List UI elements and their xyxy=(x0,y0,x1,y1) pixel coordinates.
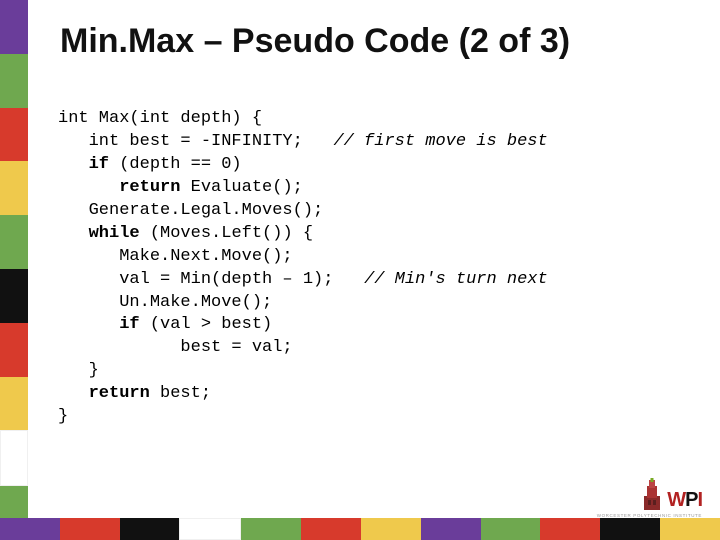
stripe-seg xyxy=(361,518,421,540)
stripe-seg xyxy=(0,108,28,162)
stripe-seg xyxy=(540,518,600,540)
code-line: val = Min(depth – 1); xyxy=(58,270,364,289)
stripe-seg xyxy=(0,54,28,108)
stripe-seg xyxy=(481,518,541,540)
code-line: Un.Make.Move(); xyxy=(58,293,272,312)
stripe-seg xyxy=(0,215,28,269)
code-line: int Max(int depth) { xyxy=(58,109,262,128)
slide: Min.Max – Pseudo Code (2 of 3) int Max(i… xyxy=(0,0,720,540)
code-keyword: if xyxy=(58,315,140,334)
logo-letter: W xyxy=(667,489,685,512)
stripe-seg xyxy=(0,518,60,540)
code-keyword: while xyxy=(58,224,140,243)
stripe-seg xyxy=(600,518,660,540)
stripe-seg xyxy=(179,518,241,540)
code-line: Generate.Legal.Moves(); xyxy=(58,201,323,220)
bottom-color-stripe xyxy=(0,518,720,540)
code-line: (Moves.Left()) { xyxy=(140,224,313,243)
pseudocode-block: int Max(int depth) { int best = -INFINIT… xyxy=(58,108,690,429)
slide-title: Min.Max – Pseudo Code (2 of 3) xyxy=(60,22,690,61)
code-line: } xyxy=(58,361,99,380)
code-line: Evaluate(); xyxy=(180,178,302,197)
code-comment: // first move is best xyxy=(333,132,547,151)
code-line: best; xyxy=(150,384,211,403)
stripe-seg xyxy=(0,430,28,486)
wpi-logo: WPI xyxy=(641,478,702,512)
code-keyword: return xyxy=(58,384,150,403)
code-line: Make.Next.Move(); xyxy=(58,247,293,266)
wpi-wordmark: WPI xyxy=(667,489,702,512)
code-line: (depth == 0) xyxy=(109,155,242,174)
stripe-seg xyxy=(301,518,361,540)
wpi-subtext: WORCESTER POLYTECHNIC INSTITUTE xyxy=(597,513,702,518)
code-line: int best = -INFINITY; xyxy=(58,132,333,151)
stripe-seg xyxy=(0,323,28,377)
stripe-seg xyxy=(0,0,28,54)
code-comment: // Min's turn next xyxy=(364,270,548,289)
logo-letter: I xyxy=(697,489,702,512)
stripe-seg xyxy=(60,518,120,540)
stripe-seg xyxy=(660,518,720,540)
logo-letter: P xyxy=(685,489,697,512)
left-color-stripe xyxy=(0,0,28,540)
code-line: (val > best) xyxy=(140,315,273,334)
code-line: } xyxy=(58,407,68,426)
code-line: best = val; xyxy=(58,338,293,357)
code-keyword: return xyxy=(58,178,180,197)
stripe-seg xyxy=(120,518,180,540)
stripe-seg xyxy=(421,518,481,540)
code-keyword: if xyxy=(58,155,109,174)
stripe-seg xyxy=(0,161,28,215)
stripe-seg xyxy=(0,377,28,431)
stripe-seg xyxy=(241,518,301,540)
tower-icon xyxy=(641,478,663,512)
stripe-seg xyxy=(0,269,28,323)
